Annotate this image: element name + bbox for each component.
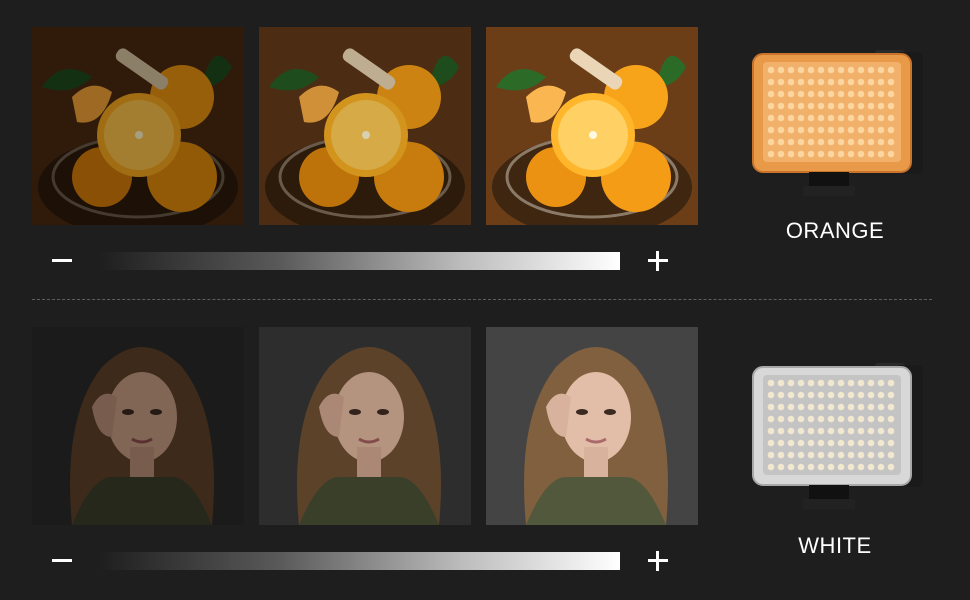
white-label: WHITE [798,533,872,558]
portrait-photo-dim [32,327,244,525]
orange-photo-mid [259,27,471,225]
portrait-photo-mid [259,327,471,525]
plus-icon [648,551,668,571]
brightness-gradient-bar [98,252,620,270]
minus-icon [52,559,72,562]
brightness-overlay [32,27,244,225]
orange-label: ORANGE [785,218,885,243]
brightness-overlay [259,327,471,525]
orange-photo-bright [486,27,698,225]
brightness-overlay [259,27,471,225]
white-led-light-icon [752,363,923,509]
orange-led-light-icon [752,50,923,196]
portrait-photo-bright [486,327,698,525]
minus-icon [52,259,72,262]
orange-photo-dim [32,27,244,225]
brightness-overlay [32,327,244,525]
orange-basket-image [486,27,698,225]
section-divider [32,299,932,300]
brightness-gradient-bar [98,552,620,570]
plus-icon [648,251,668,271]
portrait-image [486,327,698,525]
